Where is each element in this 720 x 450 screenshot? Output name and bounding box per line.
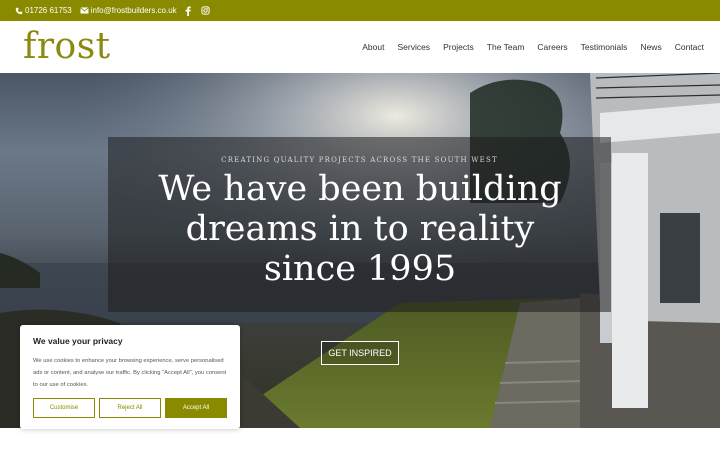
reject-all-button[interactable]: Reject All — [99, 398, 161, 418]
nav-about[interactable]: About — [362, 42, 384, 52]
nav-news[interactable]: News — [640, 42, 661, 52]
nav-contact[interactable]: Contact — [675, 42, 704, 52]
phone-link[interactable]: 01726 61753 — [15, 6, 72, 15]
nav-testimonials[interactable]: Testimonials — [581, 42, 628, 52]
nav-careers[interactable]: Careers — [537, 42, 567, 52]
cookie-consent-banner: We value your privacy We use cookies to … — [20, 325, 240, 429]
email-address: info@frostbuilders.co.uk — [90, 6, 177, 15]
email-icon — [80, 7, 89, 14]
facebook-icon — [185, 6, 191, 16]
nav-the-team[interactable]: The Team — [487, 42, 525, 52]
hero-eyebrow: CREATING QUALITY PROJECTS ACROSS THE SOU… — [221, 156, 498, 164]
email-link[interactable]: info@frostbuilders.co.uk — [80, 6, 177, 15]
phone-number: 01726 61753 — [25, 6, 72, 15]
cookie-title: We value your privacy — [33, 336, 123, 346]
nav-projects[interactable]: Projects — [443, 42, 474, 52]
facebook-link[interactable] — [185, 6, 193, 16]
cookie-actions: Customise Reject All Accept All — [33, 398, 231, 418]
top-bar: 01726 61753 info@frostbuilders.co.uk — [0, 0, 720, 21]
phone-icon — [15, 7, 23, 15]
accept-all-button[interactable]: Accept All — [165, 398, 227, 418]
get-inspired-button[interactable]: GET INSPIRED — [321, 341, 399, 365]
customise-button[interactable]: Customise — [33, 398, 95, 418]
main-nav: About Services Projects The Team Careers… — [349, 42, 704, 52]
instagram-icon — [201, 6, 210, 15]
site-header: frost About Services Projects The Team C… — [0, 21, 720, 73]
hero-headline: We have been building dreams in to reali… — [158, 169, 562, 289]
instagram-link[interactable] — [201, 6, 212, 15]
site-logo[interactable]: frost — [23, 25, 111, 69]
cookie-description: We use cookies to enhance your browsing … — [33, 358, 227, 388]
nav-services[interactable]: Services — [397, 42, 430, 52]
